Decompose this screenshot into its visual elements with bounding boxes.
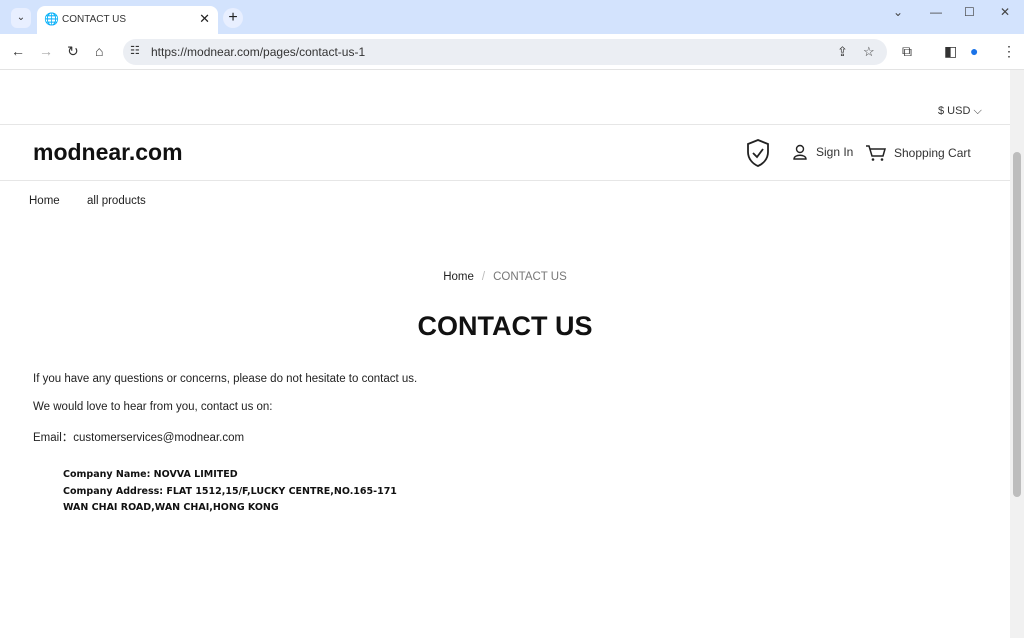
menu-item-home[interactable]: Home [29,195,60,207]
page-title: CONTACT US [417,311,593,341]
menu-item-all-products[interactable]: all products [87,195,146,207]
breadcrumb-current: CONTACT US [493,271,567,283]
share-icon[interactable]: ⇪ [837,44,848,60]
menu-dots-icon[interactable]: ⋮ [1002,43,1016,60]
tab-menu-icon[interactable]: ⌄ [893,5,903,19]
cart-icon [866,145,886,161]
currency-label: $ USD [938,105,971,117]
bookmark-star-icon[interactable]: ☆ [863,44,875,60]
breadcrumb-separator: / [481,271,486,283]
back-icon[interactable]: ← [11,43,25,59]
email-text: Email：customerservices@modnear.com [33,432,245,444]
maximize-icon[interactable]: ☐ [964,5,975,19]
browser-toolbar: ← → ↻ ⌂ ☷ https://modnear.com/pages/cont… [0,34,1024,70]
forward-icon[interactable]: → [39,43,53,59]
address-bar[interactable]: ☷ https://modnear.com/pages/contact-us-1… [123,39,887,65]
tab-title: CONTACT US [62,14,127,25]
company-address: Company Address: FLAT 1512,15/F,LUCKY CE… [63,486,397,497]
tab-bar: ⌄ 🌐 CONTACT US ✕ + ⌄ — ☐ ✕ [0,0,1024,34]
url-text[interactable]: https://modnear.com/pages/contact-us-1 [151,45,365,59]
side-panel-icon[interactable]: ◧ [944,43,957,60]
scrollbar-thumb[interactable] [1013,152,1021,497]
site-logo[interactable]: modnear.com [33,139,183,166]
contact-text: We would love to hear from you, contact … [33,401,273,413]
close-tab-icon[interactable]: ✕ [199,11,210,27]
new-tab-button[interactable]: + [223,8,243,28]
divider [0,124,1010,125]
sign-in-link[interactable]: Sign In [792,144,853,160]
minimize-icon[interactable]: — [930,5,942,19]
reload-icon[interactable]: ↻ [67,43,79,60]
shield-check-icon [747,139,769,167]
currency-selector[interactable]: $ USD ⌵ [938,105,982,118]
shopping-cart-link[interactable]: Shopping Cart [865,144,971,162]
user-icon [793,144,807,160]
site-info-icon[interactable]: ☷ [130,44,140,57]
tab-search-button[interactable]: ⌄ [11,8,31,28]
close-window-icon[interactable]: ✕ [1000,5,1010,19]
page-scrollbar[interactable] [1010,70,1024,638]
home-icon[interactable]: ⌂ [95,43,103,59]
cart-label: Shopping Cart [894,146,971,160]
globe-icon: 🌐 [44,12,59,26]
breadcrumb: Home / CONTACT US [0,271,1010,283]
sign-in-label: Sign In [816,145,854,159]
company-name: Company Name: NOVVA LIMITED [63,469,238,480]
company-address-line2: WAN CHAI ROAD,WAN CHAI,HONG KONG [63,502,279,513]
divider [0,180,1010,181]
extensions-icon[interactable]: ⧉ [902,43,912,60]
browser-tab[interactable]: 🌐 CONTACT US ✕ [37,6,218,34]
breadcrumb-home[interactable]: Home [443,271,474,283]
profile-avatar-icon[interactable]: ● [970,43,978,59]
intro-text: If you have any questions or concerns, p… [33,373,418,385]
